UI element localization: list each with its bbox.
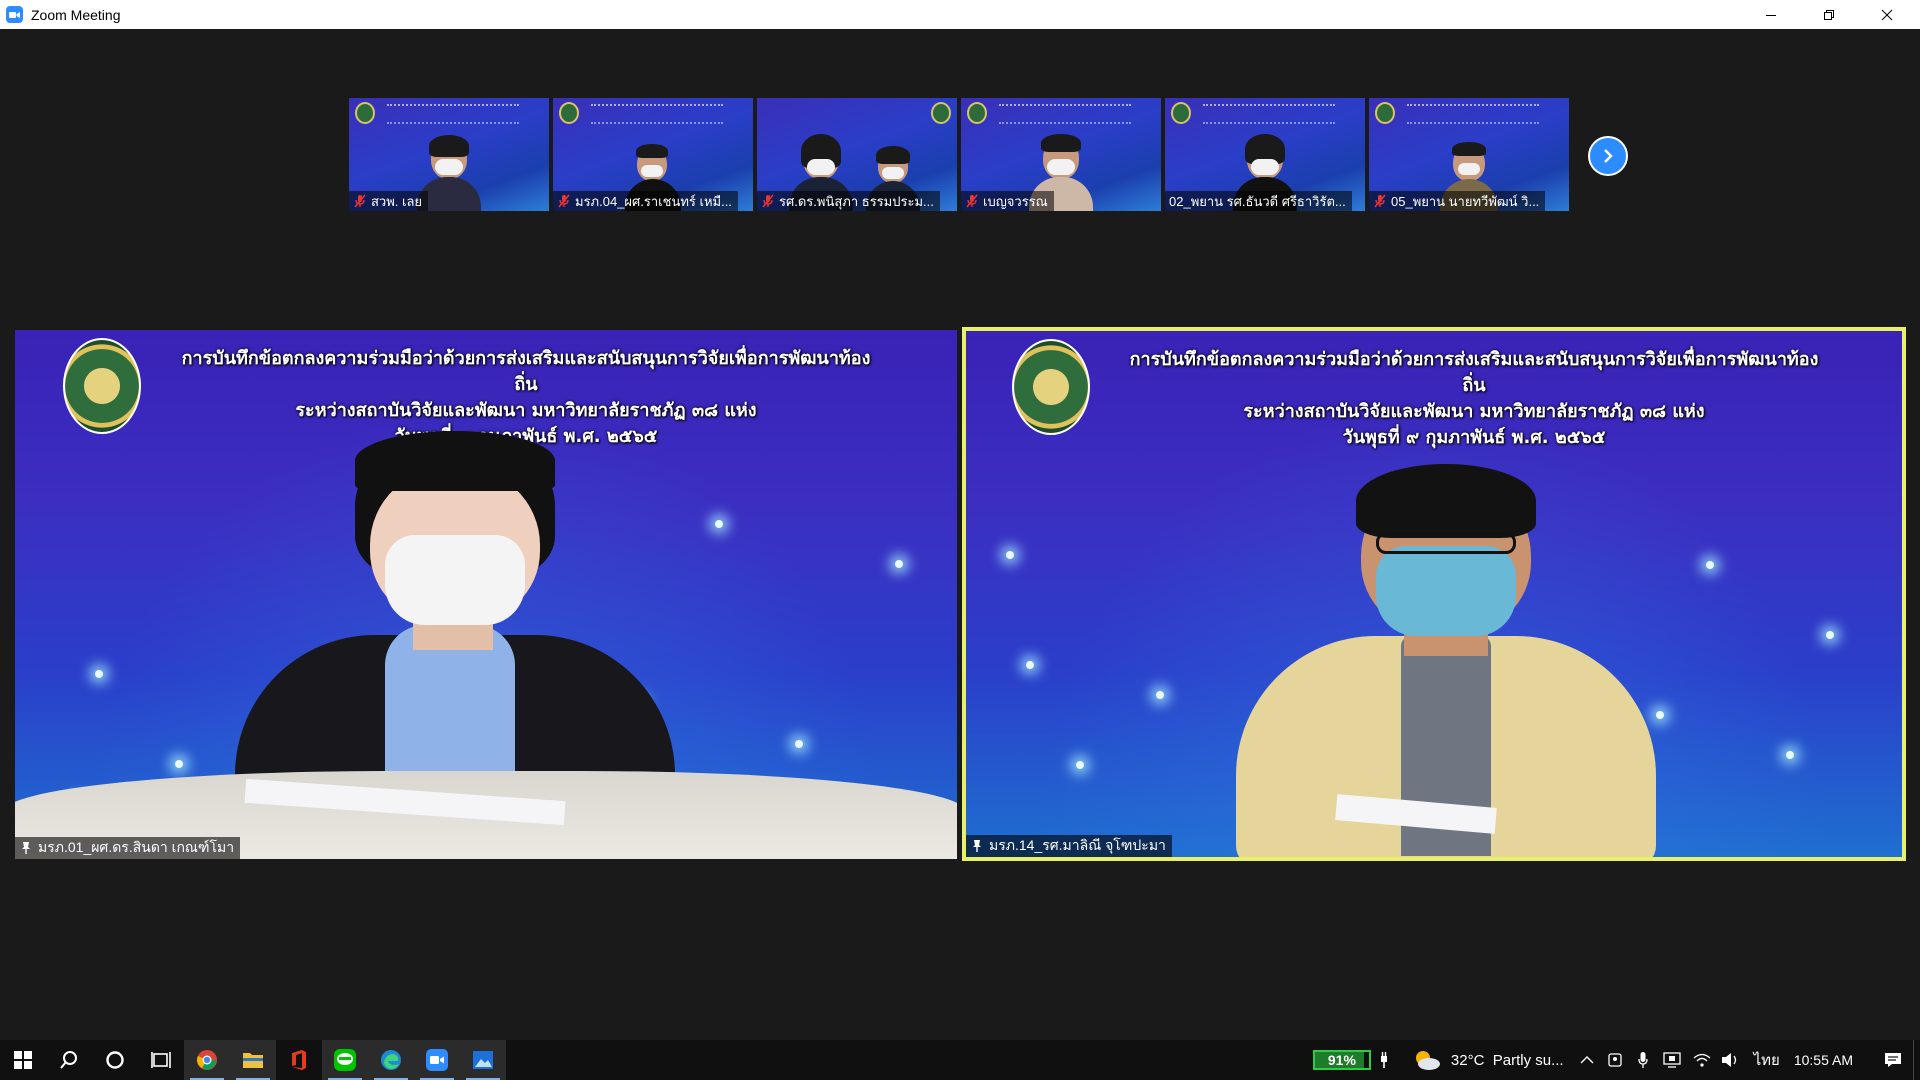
restore-button[interactable]: [1800, 0, 1858, 29]
participant-thumbnail[interactable]: 02_พยาน รศ.ธันวดี ศรีธาวิรัต...: [1165, 98, 1365, 211]
participant-name: มรภ.04_ผศ.ราเชนทร์ เหมื...: [575, 193, 732, 209]
speaker-name-label: มรภ.14_รศ.มาลิณี จุโฑปะมา: [966, 835, 1172, 857]
system-tray: 91% 32°C Partly su... ไทย 10:55 AM: [1312, 1040, 1920, 1080]
weather-cloud-icon: [1407, 1049, 1447, 1071]
mic-muted-icon: [558, 194, 570, 208]
participant-thumbnail[interactable]: เบญจวรรณ: [961, 98, 1161, 211]
cortana-circle-icon: [106, 1051, 124, 1069]
windows-icon: [14, 1051, 32, 1069]
pin-icon: [22, 842, 30, 854]
mic-muted-icon: [966, 194, 978, 208]
taskbar-app-zoom[interactable]: [414, 1040, 460, 1080]
notification-icon[interactable]: [1873, 1052, 1913, 1068]
search-icon: [60, 1051, 77, 1069]
participant-name-label: 02_พยาน รศ.ธันวดี ศรีธาวิรัต...: [1165, 191, 1352, 211]
speaker-figure: [1236, 446, 1656, 857]
university-seal-icon: [355, 102, 375, 124]
windows-taskbar: 91% 32°C Partly su... ไทย 10:55 AM: [0, 1040, 1920, 1080]
participant-thumbnail[interactable]: สวพ. เลย: [349, 98, 549, 211]
participant-thumbnail[interactable]: รศ.ดร.พนิสุภา ธรรมประม...: [757, 98, 957, 211]
participant-name: 05_พยาน นายทวีพัฒน์ วิ...: [1391, 193, 1540, 209]
participant-thumbnail[interactable]: 05_พยาน นายทวีพัฒน์ วิ...: [1369, 98, 1569, 211]
participant-name: สวพ. เลย: [371, 193, 423, 209]
participant-name-label: 05_พยาน นายทวีพัฒน์ วิ...: [1369, 191, 1546, 211]
speaker-name-label: มรภ.01_ผศ.ดร.สินดา เกณฑ์โมา: [15, 837, 241, 859]
university-seal-icon: [559, 102, 579, 124]
edge-icon: [381, 1050, 401, 1070]
speaker-name: มรภ.01_ผศ.ดร.สินดา เกณฑ์โมา: [38, 839, 235, 855]
banner-text-graphic: [999, 104, 1131, 124]
chrome-icon: [197, 1050, 217, 1070]
participant-name-label: เบญจวรรณ: [961, 191, 1054, 211]
task-view-button[interactable]: [138, 1040, 184, 1080]
meet-now-icon[interactable]: [1600, 1052, 1630, 1068]
banner-line-2: ระหว่างสถาบันวิจัยและพัฒนา มหาวิทยาลัยรา…: [1243, 401, 1705, 422]
battery-percent: 91%: [1327, 1052, 1356, 1068]
chevron-right-icon: [1604, 149, 1613, 163]
agreement-banner: การบันทึกข้อตกลงความร่วมมือว่าด้วยการส่ง…: [1126, 347, 1822, 451]
chevron-up-icon[interactable]: [1574, 1055, 1600, 1065]
participant-name: เบญจวรรณ: [983, 193, 1048, 209]
speaker-video-left[interactable]: การบันทึกข้อตกลงความร่วมมือว่าด้วยการส่ง…: [15, 330, 957, 859]
participant-thumbnail[interactable]: มรภ.04_ผศ.ราเชนทร์ เหมื...: [553, 98, 753, 211]
taskbar-app-photos[interactable]: [460, 1040, 506, 1080]
taskbar-app-file-explorer[interactable]: [230, 1040, 276, 1080]
input-language[interactable]: ไทย: [1754, 1048, 1780, 1072]
window-title: Zoom Meeting: [31, 6, 121, 23]
power-plug-icon: [1371, 1052, 1397, 1068]
banner-line-2: ระหว่างสถาบันวิจัยและพัฒนา มหาวิทยาลัยรา…: [295, 400, 757, 421]
next-page-button[interactable]: [1588, 136, 1628, 176]
speaker-video-right[interactable]: การบันทึกข้อตกลงความร่วมมือว่าด้วยการส่ง…: [962, 327, 1906, 861]
wifi-icon[interactable]: [1688, 1052, 1716, 1068]
title-bar: Zoom Meeting: [0, 0, 1920, 29]
folder-icon: [243, 1053, 263, 1068]
university-seal-icon: [1171, 102, 1191, 124]
banner-text-graphic: [1407, 104, 1539, 124]
volume-icon[interactable]: [1716, 1052, 1744, 1068]
task-view-icon: [151, 1052, 171, 1068]
mic-muted-icon: [1374, 194, 1386, 208]
participant-name-label: มรภ.04_ผศ.ราเชนทร์ เหมื...: [553, 191, 738, 211]
battery-indicator[interactable]: 91%: [1312, 1050, 1371, 1070]
banner-text-graphic: [387, 104, 519, 124]
photos-icon: [473, 1051, 493, 1069]
display-icon[interactable]: [1656, 1052, 1688, 1068]
microphone-icon[interactable]: [1630, 1052, 1656, 1068]
weather-text[interactable]: 32°C Partly su...: [1451, 1052, 1564, 1069]
office-icon: [292, 1050, 306, 1070]
show-desktop-button[interactable]: [1913, 1040, 1920, 1080]
taskbar-app-chrome[interactable]: [184, 1040, 230, 1080]
university-seal-icon: [967, 102, 987, 124]
participant-name-label: รศ.ดร.พนิสุภา ธรรมประม...: [757, 191, 940, 211]
zoom-icon: [426, 1049, 448, 1071]
participant-name: 02_พยาน รศ.ธันวดี ศรีธาวิรัต...: [1169, 193, 1346, 209]
pin-icon: [973, 840, 981, 852]
taskbar-app-line[interactable]: [322, 1040, 368, 1080]
banner-line-1: การบันทึกข้อตกลงความร่วมมือว่าด้วยการส่ง…: [1129, 349, 1819, 396]
participant-name: รศ.ดร.พนิสุภา ธรรมประม...: [779, 193, 934, 209]
line-app-icon: [334, 1049, 356, 1071]
banner-line-1: การบันทึกข้อตกลงความร่วมมือว่าด้วยการส่ง…: [181, 348, 871, 395]
search-button[interactable]: [46, 1040, 92, 1080]
university-seal-icon: [1375, 102, 1395, 124]
university-seal-icon: [1012, 339, 1090, 435]
close-button[interactable]: [1858, 0, 1916, 29]
mic-muted-icon: [354, 194, 366, 208]
banner-text-graphic: [591, 104, 723, 124]
participant-name-label: สวพ. เลย: [349, 191, 429, 211]
participant-gallery-strip: สวพ. เลย มรภ.04_ผศ.ราเชนทร์ เหมื... รศ.ด…: [349, 98, 1569, 211]
speaker-name: มรภ.14_รศ.มาลิณี จุโฑปะมา: [989, 837, 1166, 853]
clock[interactable]: 10:55 AM: [1794, 1052, 1853, 1068]
mic-muted-icon: [762, 194, 774, 208]
start-button[interactable]: [0, 1040, 46, 1080]
zoom-app-icon: [6, 6, 23, 23]
taskbar-app-office[interactable]: [276, 1040, 322, 1080]
cortana-button[interactable]: [92, 1040, 138, 1080]
university-seal-icon: [931, 102, 951, 124]
taskbar-app-edge[interactable]: [368, 1040, 414, 1080]
minimize-button[interactable]: [1742, 0, 1800, 29]
banner-text-graphic: [1203, 104, 1335, 124]
university-seal-icon: [63, 338, 141, 434]
